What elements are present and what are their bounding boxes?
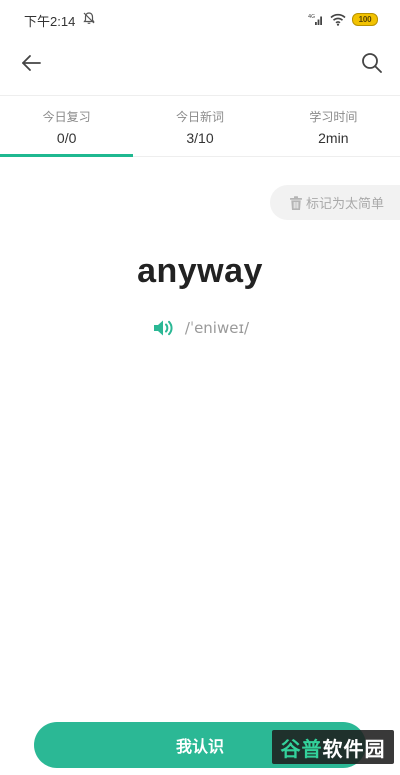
status-right-group: 4G 100 (308, 11, 378, 27)
pronunciation-row: /ˈeniweɪ/ (0, 317, 400, 339)
stat-label: 今日新词 (175, 110, 224, 124)
wifi-icon (330, 13, 346, 26)
stat-today-new-words[interactable]: 今日新词 3/10 (133, 96, 266, 156)
daily-stats-bar: 今日复习 0/0 今日新词 3/10 学习时间 2min (0, 95, 400, 157)
search-icon (362, 53, 382, 73)
active-tab-indicator (0, 154, 134, 157)
mark-too-easy-button[interactable]: 标记为太简单 (270, 185, 400, 220)
arrow-left-icon (22, 55, 41, 71)
word-text: anyway (137, 252, 263, 290)
i-know-label: 我认识 (175, 739, 224, 756)
stat-study-time[interactable]: 学习时间 2min (267, 96, 400, 156)
word-learning-screen: 下午2:14 4G 100 今日复习 0/0 今日新词 3/10 学习时间 2m… (0, 0, 400, 775)
stat-value: 3/10 (186, 130, 214, 146)
stat-today-review[interactable]: 今日复习 0/0 (0, 96, 134, 157)
play-pronunciation-button[interactable] (151, 317, 177, 339)
battery-indicator: 100 (352, 12, 378, 26)
stat-label: 学习时间 (309, 110, 358, 124)
speaker-icon (153, 320, 173, 336)
watermark-text: 谷普软件园 (280, 738, 386, 761)
trash-icon (290, 195, 302, 210)
status-time: 下午2:14 (24, 14, 76, 29)
watermark-logo: 谷普软件园 (272, 730, 394, 764)
signal-icon: 4G (308, 14, 322, 25)
mark-too-easy-label: 标记为太简单 (306, 196, 385, 211)
phonetic-text: /ˈeniweɪ/ (184, 319, 250, 337)
svg-text:4G: 4G (308, 14, 315, 20)
app-bar (0, 38, 400, 88)
search-button[interactable] (358, 49, 386, 77)
stat-value: 2min (318, 130, 349, 146)
stat-value: 0/0 (56, 130, 77, 146)
stat-label: 今日复习 (42, 110, 91, 124)
notification-muted-icon (83, 12, 95, 24)
back-button[interactable] (18, 50, 44, 76)
status-bar: 下午2:14 4G 100 (0, 0, 400, 38)
